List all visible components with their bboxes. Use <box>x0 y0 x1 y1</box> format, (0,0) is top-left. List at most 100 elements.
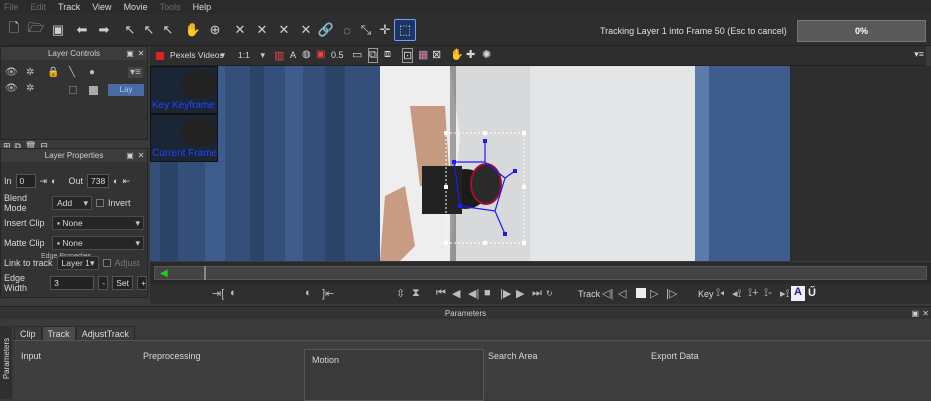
set-in-icon[interactable]: ⇥ <box>40 176 48 187</box>
new-file-icon[interactable]: 🗋 <box>3 19 25 41</box>
menu-movie[interactable]: Movie <box>124 2 148 12</box>
increment-icon[interactable]: + <box>137 276 147 290</box>
float-icon[interactable]: ▣ <box>125 150 135 160</box>
layer-name[interactable]: Lay <box>108 84 144 96</box>
go-to-start-icon[interactable]: ⏮ <box>436 287 446 300</box>
adjust-checkbox[interactable] <box>102 259 111 267</box>
lock-icon[interactable]: 🔒 <box>47 67 59 78</box>
viewer-options-icon[interactable]: ▾≡ <box>914 49 924 60</box>
spline-remove-icon[interactable]: ✕ <box>295 19 317 41</box>
play-forward-icon[interactable]: ▶ <box>516 287 524 300</box>
view-mode-2-icon[interactable]: ⧉ <box>368 48 378 63</box>
keyframe-out-icon[interactable]: ◐ <box>113 176 118 186</box>
spline-b-icon[interactable]: ✕ <box>273 19 295 41</box>
palette-icon[interactable]: ● <box>89 67 95 78</box>
rgb-channels-icon[interactable]: ▥ <box>274 49 284 62</box>
redo-icon[interactable]: ➡ <box>93 19 115 41</box>
out-keyframe-icon[interactable]: ◐ <box>305 287 312 299</box>
track-step-back-icon[interactable]: ◁ <box>618 287 626 300</box>
bounding-box-icon[interactable]: ⬚ <box>394 19 416 41</box>
save-icon[interactable]: ▣ <box>47 19 69 41</box>
menu-help[interactable]: Help <box>193 2 212 12</box>
eye-icon[interactable]: 👁 <box>5 67 18 78</box>
checkbox-icon[interactable] <box>69 86 77 94</box>
key-remove-icon[interactable]: ⟟- <box>764 287 772 300</box>
select-plus-icon[interactable]: ↖ <box>157 19 179 41</box>
overlay-opacity[interactable]: 0.5 <box>331 50 344 60</box>
edge-set-button[interactable]: Set <box>112 276 133 290</box>
insert-clip-select[interactable]: ▪ None <box>52 216 144 230</box>
timeline[interactable]: ◀ <box>150 262 931 284</box>
track-backward-icon[interactable]: ◁| <box>602 287 613 300</box>
set-out-point-icon[interactable]: ]⇤ <box>322 287 334 300</box>
track-forward-icon[interactable]: |▷ <box>666 287 677 300</box>
tab-clip[interactable]: Clip <box>14 326 42 340</box>
float-icon[interactable]: ▣ <box>125 48 135 58</box>
gear-icon[interactable]: ✲ <box>26 83 34 94</box>
layer-color-icon[interactable]: ▣ <box>316 49 325 60</box>
color-swatch-icon[interactable] <box>89 86 98 95</box>
options-menu-icon[interactable]: ▾≡ <box>128 67 143 78</box>
brush-icon[interactable]: ╲ <box>69 67 75 78</box>
close-icon[interactable]: ✕ <box>136 48 146 58</box>
open-folder-icon[interactable]: 🗁 <box>25 19 47 41</box>
cross-icon[interactable]: ✚ <box>466 48 475 61</box>
mark-range-icon[interactable]: ⧗ <box>412 287 420 300</box>
undo-icon[interactable]: ⬅ <box>71 19 93 41</box>
key-delete-icon[interactable]: ◂⟟ <box>732 287 742 301</box>
menu-view[interactable]: View <box>92 2 111 12</box>
playhead-icon[interactable]: ◀ <box>160 268 168 279</box>
key-frame-thumbnail[interactable]: Key Keyframe <box>150 66 218 114</box>
matte-clip-select[interactable]: ▪ None <box>52 236 144 250</box>
view-mode-1-icon[interactable]: ▭ <box>352 48 362 61</box>
in-keyframe-icon[interactable]: ◐ <box>230 287 237 299</box>
loop-icon[interactable]: ↻ <box>546 289 553 298</box>
play-backward-icon[interactable]: ◀ <box>452 287 460 300</box>
show-grid-icon[interactable]: ⊡ <box>402 48 414 63</box>
set-out-icon[interactable]: ⇤ <box>122 176 130 187</box>
move-icon[interactable]: ✛ <box>374 19 396 41</box>
out-field[interactable]: 738 <box>87 174 110 188</box>
zoom-icon[interactable]: ⊕ <box>204 19 226 41</box>
keyframe-in-icon[interactable]: ◐ <box>51 176 56 186</box>
clip-select[interactable]: Pexels Videos <box>166 49 228 63</box>
step-forward-icon[interactable]: |▶ <box>500 287 511 300</box>
timeline-track[interactable] <box>154 266 927 280</box>
show-mask-icon[interactable]: ⊠ <box>432 48 441 61</box>
zoom-select[interactable]: 1:1 <box>234 49 268 63</box>
layer-row[interactable]: 👁 ✲ Lay <box>1 83 147 98</box>
spline-add-icon[interactable]: ✕ <box>251 19 273 41</box>
stop-icon[interactable]: ■ <box>484 287 491 299</box>
out-marker[interactable] <box>204 266 206 280</box>
menu-track[interactable]: Track <box>58 2 80 12</box>
eye-icon[interactable]: 👁 <box>5 83 18 94</box>
tab-track[interactable]: Track <box>41 326 76 340</box>
auto-key-icon[interactable]: A <box>791 286 805 301</box>
gear-icon[interactable]: ✲ <box>26 67 34 78</box>
edge-width-field[interactable]: 3 <box>50 276 95 290</box>
fit-range-icon[interactable]: ⇳ <box>396 287 405 300</box>
in-field[interactable]: 0 <box>15 174 36 188</box>
link-icon[interactable]: 🔗 <box>315 19 337 41</box>
parameters-side-tab[interactable]: Parameters <box>0 326 12 399</box>
menu-tools[interactable]: Tools <box>160 2 181 12</box>
hand-view-icon[interactable]: ✋ <box>450 48 464 61</box>
key-options-icon[interactable]: Ű <box>808 287 816 299</box>
brightness-icon[interactable]: ✺ <box>482 48 491 61</box>
key-prev-icon[interactable]: ⟟◂ <box>716 287 724 300</box>
key-next-icon[interactable]: ▸⟟ <box>780 287 790 301</box>
track-step-forward-icon[interactable]: ▷ <box>650 287 658 300</box>
viewer-canvas[interactable]: Key Keyframe Current Frame <box>150 66 790 261</box>
close-icon[interactable]: ✕ <box>922 309 929 318</box>
view-mode-3-icon[interactable]: ⧈ <box>384 48 391 61</box>
step-back-icon[interactable]: ◀| <box>468 287 479 300</box>
spline-x-icon[interactable]: ✕ <box>229 19 251 41</box>
key-add-icon[interactable]: ⟟+ <box>748 287 759 300</box>
blend-mode-select[interactable]: Add <box>52 196 92 210</box>
track-stop-icon[interactable] <box>636 288 646 298</box>
go-to-end-icon[interactable]: ⏭ <box>532 287 542 300</box>
set-in-point-icon[interactable]: ⇥[ <box>212 287 224 300</box>
hand-icon[interactable]: ✋ <box>182 19 204 41</box>
decrement-icon[interactable]: - <box>98 276 109 290</box>
menu-file[interactable]: File <box>4 2 19 12</box>
